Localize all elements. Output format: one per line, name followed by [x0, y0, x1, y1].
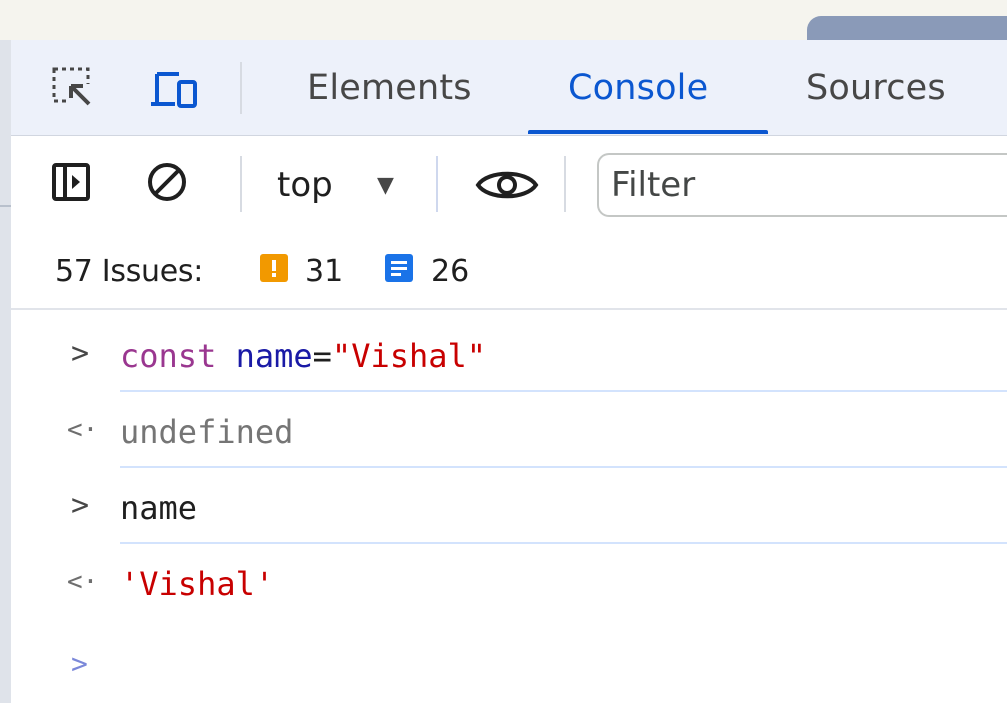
eye-icon[interactable] [474, 166, 540, 204]
console-code: name [120, 489, 198, 527]
console-result-string: 'Vishal' [120, 565, 275, 603]
input-prompt-icon: > [71, 488, 90, 523]
info-badge-icon [385, 254, 413, 282]
devtools-tabbar: Elements Console Sources [11, 40, 1007, 136]
browser-top-strip [0, 0, 1007, 40]
tab-console[interactable]: Console [568, 66, 708, 110]
warning-badge-icon [260, 254, 288, 282]
context-selector[interactable]: top ▼ [277, 162, 394, 208]
tabbar-separator [240, 62, 242, 114]
result-prompt-icon: <· [67, 415, 99, 445]
dropdown-caret-icon: ▼ [377, 173, 394, 198]
toolbar-separator [564, 156, 566, 212]
issues-label: 57 Issues: [55, 254, 204, 289]
page-left-edge [0, 40, 11, 703]
code-string: "Vishal" [331, 337, 487, 375]
page-edge-notch [0, 205, 11, 207]
result-prompt-icon: <· [67, 567, 99, 597]
info-count: 26 [431, 254, 470, 289]
issues-bar[interactable]: 57 Issues: 31 26 [11, 236, 1007, 310]
toolbar-separator [436, 156, 438, 212]
device-toolbar-icon[interactable] [149, 70, 199, 110]
toolbar-separator [240, 156, 242, 212]
clear-console-icon[interactable] [145, 160, 189, 204]
browser-accent-shape [807, 16, 1007, 40]
console-entry-result[interactable]: <· undefined [11, 392, 1007, 468]
tab-sources[interactable]: Sources [806, 66, 946, 110]
console-result: undefined [120, 413, 294, 451]
console-entry-input[interactable]: > name [11, 468, 1007, 544]
input-prompt-icon: > [71, 336, 90, 371]
tab-elements[interactable]: Elements [307, 66, 472, 110]
filter-input[interactable]: Filter [597, 153, 1007, 217]
console-entry-result[interactable]: <· 'Vishal' [11, 544, 1007, 620]
sidebar-toggle-icon[interactable] [51, 162, 91, 202]
console-code: const name="Vishal" [120, 336, 486, 376]
active-tab-indicator [528, 130, 768, 134]
context-selector-value: top [277, 165, 333, 205]
inspect-element-icon[interactable] [51, 66, 97, 112]
console-output: > const name="Vishal" <· undefined > nam… [11, 310, 1007, 703]
warning-count: 31 [305, 254, 344, 289]
console-toolbar: top ▼ Filter [11, 136, 1007, 236]
console-input-prompt[interactable]: > [71, 644, 88, 684]
code-variable: name [235, 337, 313, 375]
code-keyword: const [120, 337, 217, 375]
console-entry-input[interactable]: > const name="Vishal" [11, 316, 1007, 392]
code-operator: = [312, 337, 332, 375]
